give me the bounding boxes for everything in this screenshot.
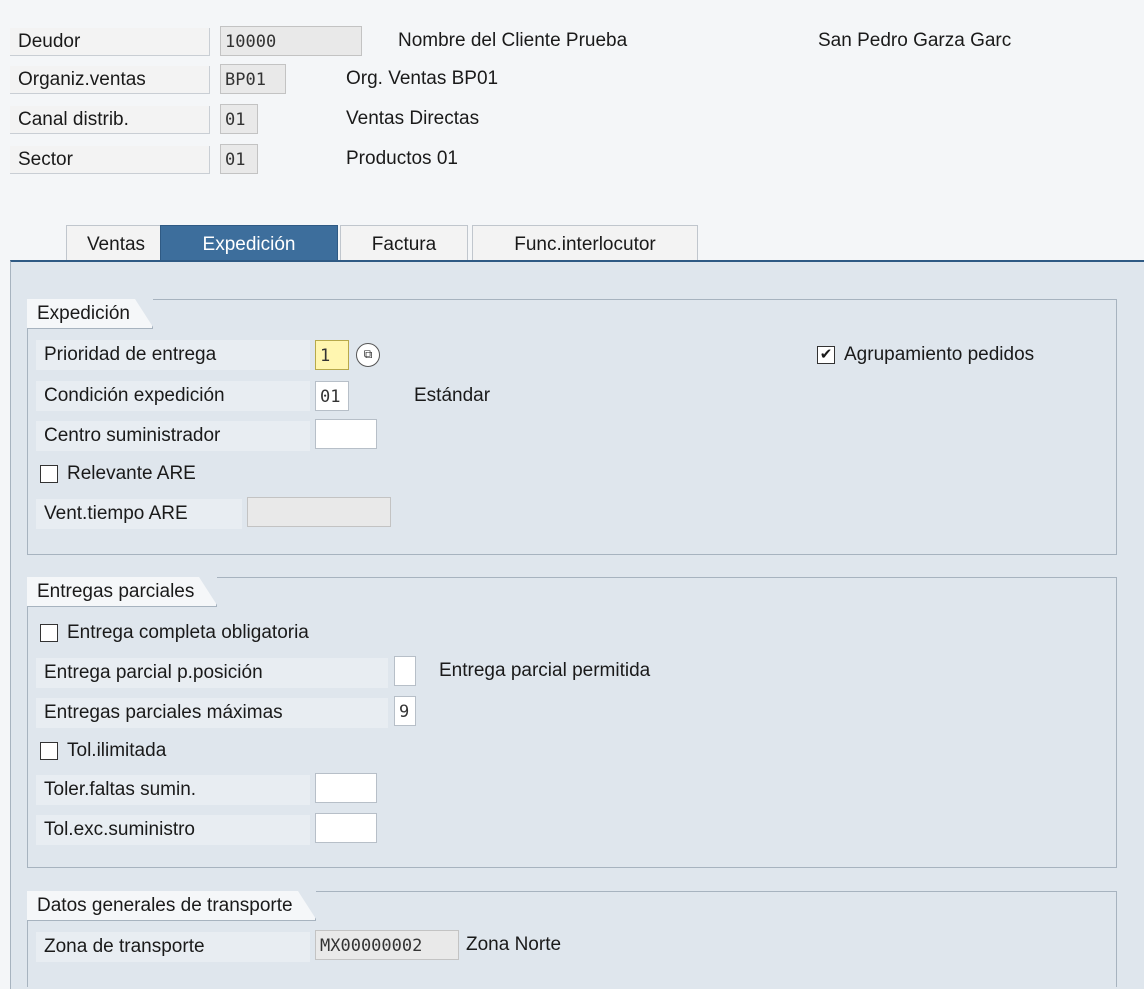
group-transporte-title: Datos generales de transporte	[27, 891, 316, 921]
vent-tiempo-field[interactable]	[247, 497, 391, 527]
org-ventas-label: Organiz.ventas	[10, 66, 210, 94]
centro-label: Centro suministrador	[36, 421, 310, 451]
entrega-completa-checkbox[interactable]	[40, 624, 58, 642]
toler-faltas-label: Toler.faltas sumin.	[36, 775, 310, 805]
tab-expedicion[interactable]: Expedición	[160, 225, 338, 262]
canal-label: Canal distrib.	[10, 106, 210, 134]
customer-name: Nombre del Cliente Prueba	[398, 30, 628, 51]
maximas-field[interactable]: 9	[394, 696, 416, 726]
sector-label: Sector	[10, 146, 210, 174]
zona-transporte-label: Zona de transporte	[36, 932, 310, 962]
group-expedicion-title: Expedición	[27, 299, 153, 329]
tab-factura[interactable]: Factura	[340, 225, 468, 262]
parcial-posicion-label: Entrega parcial p.posición	[36, 658, 388, 688]
entrega-completa-label: Entrega completa obligatoria	[67, 622, 309, 643]
prioridad-field[interactable]: 1	[315, 340, 349, 370]
tol-exc-label: Tol.exc.suministro	[36, 815, 310, 845]
agrupamiento-checkbox[interactable]: ✔	[817, 346, 835, 364]
condicion-label: Condición expedición	[36, 381, 310, 411]
parcial-posicion-field[interactable]	[394, 656, 416, 686]
parcial-posicion-desc: Entrega parcial permitida	[439, 660, 651, 681]
canal-field[interactable]: 01	[220, 104, 258, 134]
condicion-field[interactable]: 01	[315, 381, 349, 411]
tol-ilimitada-checkbox[interactable]	[40, 742, 58, 760]
vent-tiempo-label: Vent.tiempo ARE	[36, 499, 242, 529]
group-transporte: Datos generales de transporte Zona de tr…	[27, 891, 1117, 987]
customer-city: San Pedro Garza Garc	[818, 30, 1012, 51]
relevante-are-label: Relevante ARE	[67, 463, 196, 484]
condicion-desc: Estándar	[414, 385, 491, 406]
group-expedicion: Expedición Prioridad de entrega 1 ⧉ ✔ Ag…	[27, 299, 1117, 555]
group-entregas-parciales: Entregas parciales Entrega completa obli…	[27, 577, 1117, 868]
tol-ilimitada-label: Tol.ilimitada	[67, 740, 167, 761]
group-entregas-title: Entregas parciales	[27, 577, 218, 607]
deudor-label: Deudor	[10, 28, 210, 56]
org-ventas-desc: Org. Ventas BP01	[346, 68, 499, 89]
tol-exc-field[interactable]	[315, 813, 377, 843]
tab-func-interlocutor[interactable]: Func.interlocutor	[472, 225, 698, 262]
maximas-label: Entregas parciales máximas	[36, 698, 388, 728]
sector-desc: Productos 01	[346, 148, 458, 169]
relevante-are-checkbox[interactable]	[40, 465, 58, 483]
zona-transporte-field[interactable]: MX00000002	[315, 930, 459, 960]
tab-strip: Ventas Expedición Factura Func.interlocu…	[10, 225, 1144, 262]
zona-transporte-desc: Zona Norte	[466, 934, 562, 955]
sector-field[interactable]: 01	[220, 144, 258, 174]
centro-field[interactable]	[315, 419, 377, 449]
canal-desc: Ventas Directas	[346, 108, 480, 129]
tab-ventas[interactable]: Ventas	[66, 225, 166, 262]
agrupamiento-label: Agrupamiento pedidos	[844, 344, 1035, 365]
toler-faltas-field[interactable]	[315, 773, 377, 803]
value-help-icon[interactable]: ⧉	[356, 343, 380, 367]
org-ventas-field[interactable]: BP01	[220, 64, 286, 94]
prioridad-label: Prioridad de entrega	[36, 340, 310, 370]
deudor-field[interactable]: 10000	[220, 26, 362, 56]
